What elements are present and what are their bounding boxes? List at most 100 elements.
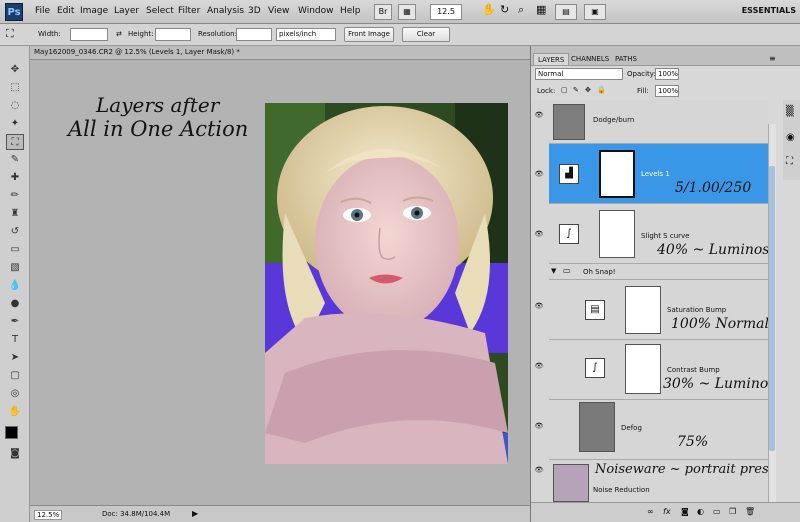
- brush-tool-icon[interactable]: ✏: [6, 188, 24, 204]
- layer-mask-thumbnail[interactable]: [625, 286, 661, 334]
- zoom-tool-icon[interactable]: ⌕: [518, 3, 524, 17]
- view-extras-icon[interactable]: ▦: [398, 4, 416, 20]
- layer-mask-thumbnail[interactable]: [599, 150, 635, 198]
- visibility-eye-icon[interactable]: 👁: [534, 362, 544, 370]
- crop-tool-icon[interactable]: ⛶: [6, 134, 24, 150]
- zoom-status[interactable]: 12.5%: [34, 510, 63, 520]
- fill-input[interactable]: 100%: [655, 85, 679, 97]
- pen-tool-icon[interactable]: ✒: [6, 314, 24, 330]
- layer-row[interactable]: ∫ Slight S curve 40% ~ Luminosity: [549, 204, 768, 264]
- masks-panel-icon[interactable]: ◉: [786, 132, 795, 143]
- trash-icon[interactable]: 🗑: [745, 507, 755, 516]
- arrange-documents-icon[interactable]: ▤: [555, 4, 577, 20]
- visibility-eye-icon[interactable]: 👁: [534, 302, 544, 310]
- tab-channels[interactable]: CHANNELS: [567, 53, 613, 65]
- adjustments-panel-icon[interactable]: ▒: [786, 106, 794, 117]
- visibility-eye-icon[interactable]: 👁: [534, 422, 544, 430]
- gradient-tool-icon[interactable]: ▧: [6, 260, 24, 276]
- document-tab[interactable]: May162009_0346.CR2 @ 12.5% (Levels 1, La…: [30, 46, 530, 60]
- layers-list: Dodge/burn ▟ Levels 1 5/1.00/250 ∫ Sligh…: [531, 100, 768, 502]
- grid-icon[interactable]: ▦: [536, 3, 546, 16]
- lasso-tool-icon[interactable]: ◌: [6, 98, 24, 114]
- document-canvas[interactable]: Layers after All in One Action: [30, 60, 530, 505]
- menu-image[interactable]: Image: [80, 6, 108, 16]
- layer-row[interactable]: Dodge/burn: [549, 100, 768, 144]
- shape-tool-icon[interactable]: ▢: [6, 368, 24, 384]
- panel-menu-icon[interactable]: ≡: [769, 54, 776, 63]
- fx-icon[interactable]: fx: [663, 507, 671, 516]
- dodge-tool-icon[interactable]: ●: [6, 296, 24, 312]
- menu-file[interactable]: File: [35, 6, 50, 16]
- menu-filter[interactable]: Filter: [178, 6, 200, 16]
- link-icon[interactable]: ∞: [647, 507, 654, 516]
- lock-pixels-icon[interactable]: ✎: [573, 86, 579, 94]
- quick-mask-icon[interactable]: ◙: [6, 446, 24, 462]
- layer-row[interactable]: Noise Reduction Noiseware ~ portrait pre…: [549, 460, 768, 502]
- status-menu-arrow-icon[interactable]: ▶: [192, 509, 198, 518]
- menu-3d[interactable]: 3D: [248, 6, 261, 16]
- width-input[interactable]: [70, 28, 108, 41]
- resolution-input[interactable]: [236, 28, 272, 41]
- layer-row[interactable]: ∫ Contrast Bump 30% ~ Luminosity: [549, 340, 768, 400]
- visibility-eye-icon[interactable]: 👁: [534, 170, 544, 178]
- move-tool-icon[interactable]: ✥: [6, 62, 24, 78]
- menu-analysis[interactable]: Analysis: [207, 6, 244, 16]
- layer-mask-thumbnail[interactable]: [599, 210, 635, 258]
- tab-layers[interactable]: LAYERS: [533, 53, 570, 65]
- layer-mask-thumbnail[interactable]: [625, 344, 661, 394]
- resolution-units-select[interactable]: pixels/inch: [276, 28, 336, 41]
- visibility-eye-icon[interactable]: 👁: [534, 466, 544, 474]
- new-layer-icon[interactable]: ❐: [729, 507, 736, 516]
- workspace-switcher[interactable]: ESSENTIALS: [742, 6, 796, 15]
- 3d-rotate-icon[interactable]: ◎: [6, 386, 24, 402]
- layers-scrollbar-thumb[interactable]: [769, 166, 775, 451]
- eyedropper-icon[interactable]: ✎: [6, 152, 24, 168]
- group-expand-icon[interactable]: ▼: [551, 267, 556, 275]
- hand-tool-icon[interactable]: ✋: [6, 404, 24, 420]
- path-selection-icon[interactable]: ➤: [6, 350, 24, 366]
- hand-tool-icon[interactable]: ✋: [482, 3, 496, 16]
- swap-icon[interactable]: ⇄: [116, 30, 122, 38]
- lock-position-icon[interactable]: ✥: [585, 86, 591, 94]
- layer-row[interactable]: ▤ Saturation Bump 100% Normal: [549, 280, 768, 340]
- clone-stamp-icon[interactable]: ♜: [6, 206, 24, 222]
- type-tool-icon[interactable]: T: [6, 332, 24, 348]
- height-input[interactable]: [155, 28, 191, 41]
- history-brush-icon[interactable]: ↺: [6, 224, 24, 240]
- menu-view[interactable]: View: [268, 6, 289, 16]
- navigator-panel-icon[interactable]: ⛶: [786, 156, 793, 167]
- layer-row-selected[interactable]: ▟ Levels 1 5/1.00/250: [549, 144, 768, 204]
- folder-icon[interactable]: ▭: [713, 507, 721, 516]
- marquee-tool-icon[interactable]: ⬚: [6, 80, 24, 96]
- menu-help[interactable]: Help: [340, 6, 361, 16]
- zoom-level-select[interactable]: 12.5: [430, 4, 462, 20]
- magic-wand-icon[interactable]: ✦: [6, 116, 24, 132]
- screen-mode-icon[interactable]: ▣: [584, 4, 606, 20]
- menu-select[interactable]: Select: [146, 6, 174, 16]
- mask-icon[interactable]: ◙: [681, 507, 689, 516]
- blur-tool-icon[interactable]: 💧: [6, 278, 24, 294]
- lock-all-icon[interactable]: 🔒: [597, 86, 606, 94]
- tab-paths[interactable]: PATHS: [611, 53, 641, 65]
- rotate-view-icon[interactable]: ↻: [500, 3, 509, 16]
- blend-mode-select[interactable]: Normal: [535, 68, 623, 80]
- clear-button[interactable]: Clear: [402, 27, 450, 42]
- menu-edit[interactable]: Edit: [57, 6, 74, 16]
- menu-window[interactable]: Window: [298, 6, 334, 16]
- front-image-button[interactable]: Front Image: [344, 27, 394, 42]
- status-bar: 12.5% Doc: 34.8M/104.4M ▶: [30, 505, 530, 522]
- healing-brush-icon[interactable]: ✚: [6, 170, 24, 186]
- eraser-icon[interactable]: ▭: [6, 242, 24, 258]
- visibility-eye-icon[interactable]: 👁: [534, 230, 544, 238]
- visibility-eye-icon[interactable]: 👁: [534, 111, 544, 119]
- crop-tool-icon[interactable]: ⛶: [6, 27, 14, 41]
- menu-layer[interactable]: Layer: [114, 6, 139, 16]
- bridge-button[interactable]: Br: [374, 4, 392, 20]
- document-title: May162009_0346.CR2 @ 12.5% (Levels 1, La…: [34, 48, 240, 56]
- layer-row[interactable]: Defog 75%: [549, 400, 768, 460]
- foreground-color-swatch[interactable]: [5, 426, 18, 439]
- layer-group-row[interactable]: ▼ ▭ Oh Snap!: [549, 264, 768, 280]
- adjustment-icon[interactable]: ◐: [697, 507, 704, 516]
- opacity-input[interactable]: 100%: [655, 68, 679, 80]
- lock-transparency-icon[interactable]: ▢: [561, 86, 568, 94]
